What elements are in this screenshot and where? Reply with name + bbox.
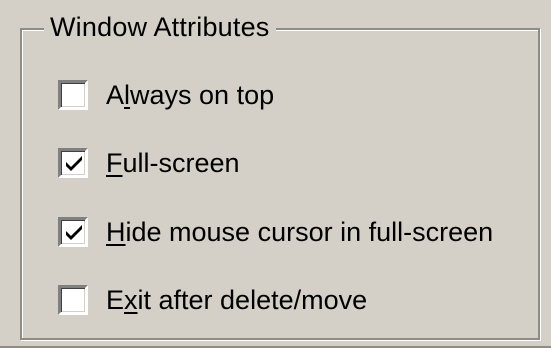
full-screen-option[interactable]: Full-screen [58,144,240,182]
label-mnemonic: F [106,148,123,178]
exit-after-delete-label[interactable]: Exit after delete/move [106,283,367,317]
label-mnemonic: H [106,217,126,247]
checkmark-icon [66,225,82,240]
full-screen-checkbox[interactable] [58,148,88,178]
label-mnemonic: x [124,285,138,315]
label-rest: ull-screen [122,148,240,178]
label-rest: ways on top [130,80,275,110]
hide-mouse-cursor-checkbox[interactable] [58,217,88,247]
panel-left-edge [0,0,14,358]
checkmark-icon [66,156,82,171]
label-prefix: E [106,285,125,315]
label-rest: ide mouse cursor in full-screen [125,217,494,247]
always-on-top-option[interactable]: Always on top [58,76,274,114]
exit-after-delete-option[interactable]: Exit after delete/move [58,281,367,319]
panel-bottom-border [0,346,551,358]
hide-mouse-cursor-label[interactable]: Hide mouse cursor in full-screen [106,215,493,249]
always-on-top-label[interactable]: Always on top [106,78,274,112]
always-on-top-checkbox[interactable] [58,80,88,110]
full-screen-label[interactable]: Full-screen [106,146,240,180]
groupbox-title: Window Attributes [44,10,276,44]
label-rest: it after delete/move [137,285,368,315]
window-attributes-panel: Window Attributes Always on top Full-scr… [0,0,551,358]
exit-after-delete-checkbox[interactable] [58,285,88,315]
label-prefix: A [106,80,125,110]
hide-mouse-cursor-option[interactable]: Hide mouse cursor in full-screen [58,213,493,251]
